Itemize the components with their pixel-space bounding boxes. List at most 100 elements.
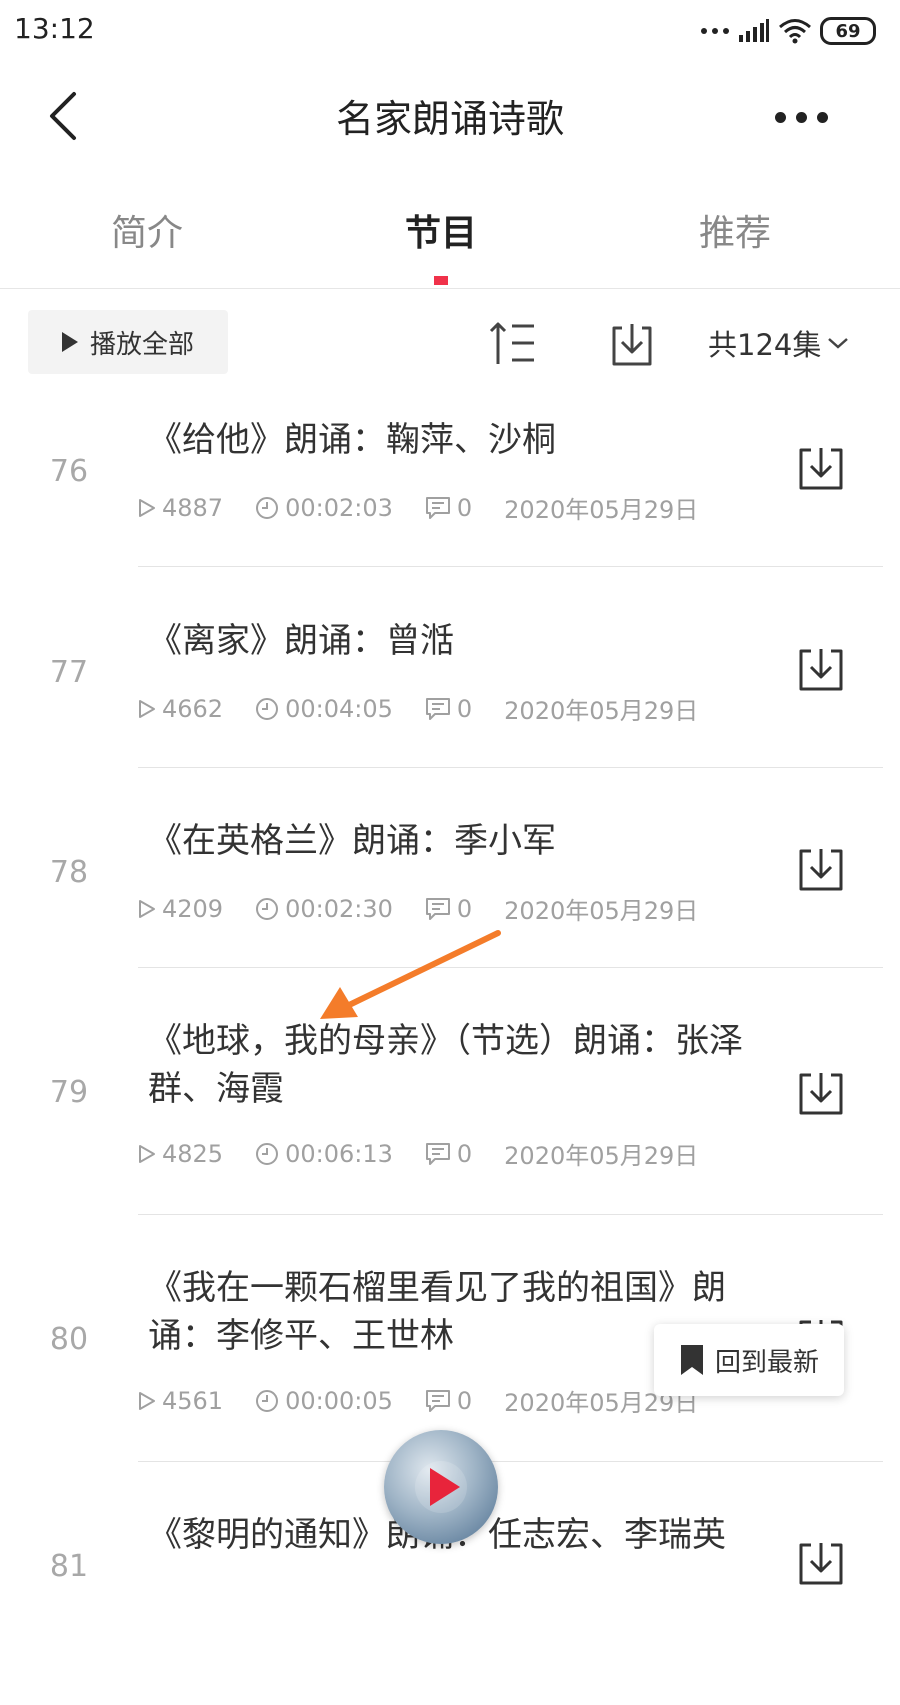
duration-value: 00:04:05 [285, 694, 393, 723]
episode-number: 81 [49, 1549, 89, 1584]
publish-date: 2020年05月29日 [504, 697, 699, 725]
signal-icon [739, 19, 769, 42]
episode-title: 《在英格兰》朗诵：季小军 [148, 821, 556, 861]
status-time: 13:12 [14, 12, 95, 45]
episode-number: 77 [49, 655, 89, 690]
comment-icon [425, 897, 451, 921]
comment-count-value: 0 [456, 1386, 473, 1415]
row-divider [138, 1461, 883, 1462]
download-icon[interactable] [797, 847, 845, 893]
play-count-icon [138, 899, 156, 919]
episode-toolbar: 播放全部 共124集 [0, 310, 900, 380]
annotation-arrow-icon [320, 930, 501, 1019]
download-icon[interactable] [797, 647, 845, 693]
dot [795, 111, 807, 123]
duration: 00:02:30 [255, 895, 393, 923]
comment-icon [425, 697, 451, 721]
clock-icon [255, 697, 279, 721]
comment-icon [425, 1389, 451, 1413]
episode-title: 《给他》朗诵：鞠萍、沙桐 [148, 420, 556, 460]
clock-icon [255, 1389, 279, 1413]
comment-count: 0 [425, 695, 472, 723]
clock-icon [255, 897, 279, 921]
tab-episodes[interactable]: 节目 [341, 204, 541, 256]
sort-icon[interactable] [488, 320, 538, 366]
row-divider [138, 566, 883, 567]
episode-title: 《地球，我的母亲》（节选）朗诵：张泽群、海霞 [148, 1021, 743, 1109]
publish-date: 2020年05月29日 [504, 496, 699, 524]
episode-number: 79 [49, 1075, 89, 1110]
comment-count-value: 0 [456, 1139, 473, 1168]
download-icon[interactable] [797, 1071, 845, 1117]
play-count-icon [138, 498, 156, 518]
comment-count-value: 0 [456, 694, 473, 723]
play-count: 4209 [138, 895, 223, 923]
play-count-icon [138, 1391, 156, 1411]
play-count-value: 4561 [162, 1386, 224, 1415]
row-divider [138, 967, 883, 968]
play-count: 4825 [138, 1140, 223, 1168]
episode-number: 76 [49, 454, 89, 489]
play-count: 4662 [138, 695, 223, 723]
row-divider [138, 1214, 883, 1215]
duration-value: 00:06:13 [285, 1139, 393, 1168]
batch-download-icon[interactable] [608, 320, 656, 368]
play-count-value: 4662 [162, 694, 224, 723]
duration: 00:06:13 [255, 1140, 393, 1168]
play-count-icon [138, 1144, 156, 1164]
download-icon[interactable] [797, 446, 845, 492]
episode-meta: 4825 00:06:13 0 2020年05月29日 [138, 1136, 758, 1171]
clock-icon [255, 496, 279, 520]
play-count: 4887 [138, 494, 223, 522]
duration-value: 00:02:30 [285, 894, 393, 923]
comment-count: 0 [425, 1140, 472, 1168]
episode-number: 80 [49, 1322, 89, 1357]
bookmark-icon [680, 1345, 703, 1375]
comment-icon [425, 1142, 451, 1166]
episode-meta: 4887 00:02:03 0 2020年05月29日 [138, 490, 758, 525]
episode-count: 共124集 [708, 328, 822, 362]
play-count-value: 4209 [162, 894, 224, 923]
play-count-value: 4887 [162, 493, 224, 522]
more-options-button[interactable] [756, 100, 846, 134]
dot [816, 111, 828, 123]
comment-count-value: 0 [456, 493, 473, 522]
episode-meta: 4662 00:04:05 0 2020年05月29日 [138, 691, 758, 726]
tab-bar: 简介 节目 推荐 [0, 180, 900, 289]
chevron-down-icon [828, 338, 849, 349]
back-to-latest-button[interactable]: 回到最新 [654, 1324, 844, 1396]
play-count: 4561 [138, 1387, 223, 1415]
battery-level: 69 [835, 20, 861, 42]
mini-player-button[interactable] [384, 1430, 498, 1544]
episode-title: 《离家》朗诵：曾湉 [148, 621, 454, 661]
play-icon [61, 332, 78, 352]
comment-icon [425, 496, 451, 520]
comment-count: 0 [425, 1387, 472, 1415]
status-bar: 13:12 69 [0, 0, 900, 62]
list-item[interactable]: 76 《给他》朗诵：鞠萍、沙桐 4887 00:02:03 0 2020年05月29日 [0, 410, 900, 567]
duration: 00:04:05 [255, 695, 393, 723]
episode-meta: 4209 00:02:30 0 2020年05月29日 [138, 891, 758, 926]
play-icon [415, 1461, 467, 1513]
more-dots-icon [701, 28, 729, 34]
clock-icon [255, 1142, 279, 1166]
publish-date: 2020年05月29日 [504, 1142, 699, 1170]
download-icon[interactable] [797, 1541, 845, 1587]
episode-count-selector[interactable]: 共124集 [708, 322, 849, 364]
comment-count-value: 0 [456, 894, 473, 923]
play-all-button[interactable]: 播放全部 [28, 310, 228, 374]
play-count-icon [138, 699, 156, 719]
episode-number: 78 [49, 855, 89, 890]
row-divider [138, 767, 883, 768]
tab-intro[interactable]: 简介 [47, 204, 247, 256]
comment-count: 0 [425, 895, 472, 923]
play-count-value: 4825 [162, 1139, 224, 1168]
play-all-label: 播放全部 [89, 329, 194, 360]
list-item[interactable]: 77 《离家》朗诵：曾湉 4662 00:04:05 0 2020年05月29日 [0, 611, 900, 768]
duration-value: 00:02:03 [285, 493, 393, 522]
tab-active-indicator [434, 276, 448, 285]
comment-count: 0 [425, 494, 472, 522]
tab-recommend[interactable]: 推荐 [635, 204, 835, 256]
list-item[interactable]: 79 《地球，我的母亲》（节选）朗诵：张泽群、海霞 4825 00:06:13 0 202… [0, 1011, 900, 1215]
status-icons: 69 [700, 14, 876, 48]
